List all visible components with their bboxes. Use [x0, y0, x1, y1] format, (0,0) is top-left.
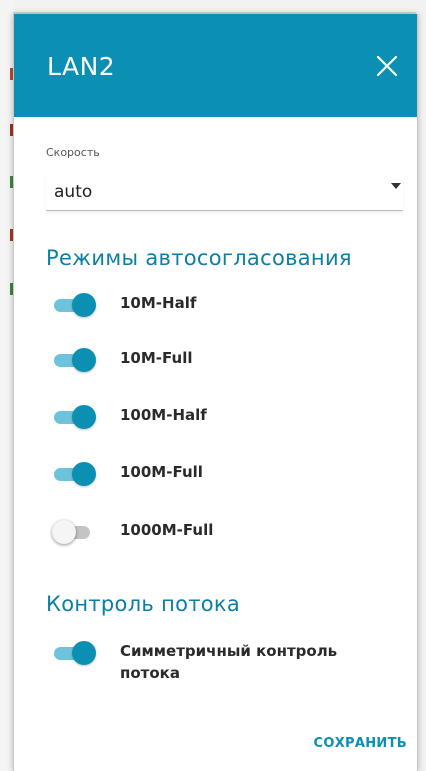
close-button[interactable] [371, 50, 403, 82]
close-icon [376, 55, 398, 77]
toggle-knob [72, 641, 96, 665]
save-button[interactable]: СОХРАНИТЬ [314, 736, 407, 751]
toggle-label-10m-full: 10M-Full [120, 349, 193, 367]
background-page [0, 0, 14, 771]
page: LAN2 Скорость auto Режимы автосогласован… [0, 0, 426, 771]
toggle-10m-half[interactable] [52, 292, 96, 318]
autoneg-section-title: Режимы автосогласования [46, 246, 352, 270]
toggle-label-symmetric-flow-control: Симметричный контроль потока [120, 642, 338, 682]
speed-select-value: auto [54, 182, 93, 202]
toggle-knob [72, 293, 96, 317]
toggle-1000m-full[interactable] [52, 519, 96, 545]
toggle-label-100m-half: 100M-Half [120, 406, 207, 424]
toggle-100m-half[interactable] [52, 404, 96, 430]
flow-control-section-title: Контроль потока [46, 592, 241, 616]
lan-settings-dialog: LAN2 Скорость auto Режимы автосогласован… [13, 14, 418, 771]
toggle-100m-full[interactable] [52, 461, 96, 487]
dialog-title: LAN2 [47, 52, 116, 81]
speed-label: Скорость [46, 146, 100, 159]
toggle-label-10m-half: 10M-Half [120, 294, 197, 312]
toggle-knob [72, 462, 96, 486]
toggle-knob [52, 520, 76, 544]
toggle-label-1000m-full: 1000M-Full [120, 521, 214, 539]
dropdown-arrow-icon [391, 183, 401, 189]
toggle-label-100m-full: 100M-Full [120, 463, 203, 481]
toggle-10m-full[interactable] [52, 347, 96, 373]
dialog-header: LAN2 [14, 14, 417, 117]
speed-select[interactable]: auto [46, 174, 403, 211]
toggle-symmetric-flow-control[interactable] [52, 640, 96, 666]
toggle-knob [72, 348, 96, 372]
toggle-knob [72, 405, 96, 429]
